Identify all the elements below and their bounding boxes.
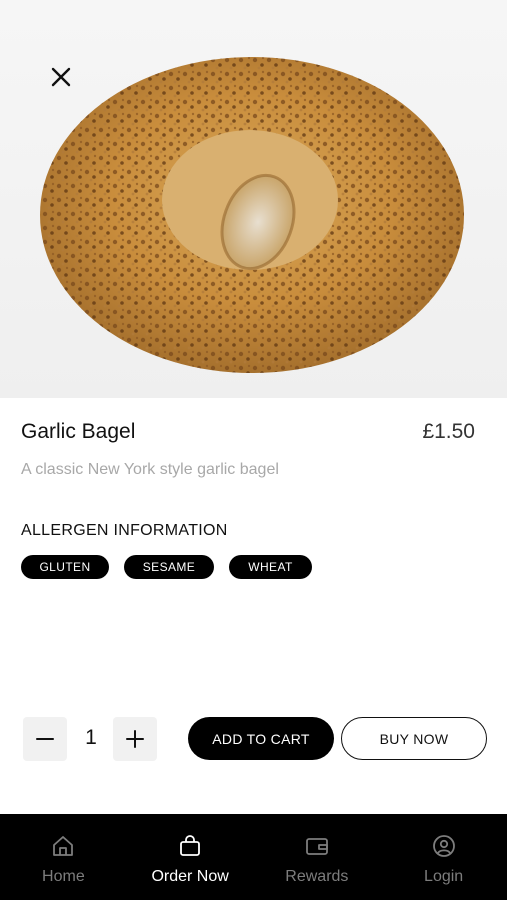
tab-login[interactable]: Login — [380, 814, 507, 900]
tab-home-label: Home — [42, 868, 85, 885]
decrease-quantity-button[interactable] — [23, 717, 67, 761]
product-name: Garlic Bagel — [21, 420, 136, 443]
close-button[interactable] — [44, 60, 78, 94]
product-header: Garlic Bagel £1.50 — [21, 420, 475, 444]
tab-order-now[interactable]: Order Now — [127, 814, 254, 900]
tab-rewards-label: Rewards — [285, 868, 349, 885]
close-icon — [51, 67, 71, 87]
minus-icon — [36, 738, 54, 740]
allergen-heading: ALLERGEN INFORMATION — [21, 522, 228, 539]
wallet-icon — [305, 834, 329, 858]
tab-home[interactable]: Home — [0, 814, 127, 900]
add-to-cart-button[interactable]: ADD TO CART — [188, 717, 334, 760]
buy-now-button[interactable]: BUY NOW — [341, 717, 487, 760]
allergen-list: GLUTEN SESAME WHEAT — [21, 555, 312, 579]
plus-icon — [126, 730, 144, 748]
tab-rewards[interactable]: Rewards — [254, 814, 381, 900]
quantity-value: 1 — [85, 726, 97, 749]
tab-login-label: Login — [424, 868, 464, 885]
bottom-tab-bar: Home Order Now Rewards Login — [0, 814, 507, 900]
allergen-badge-gluten: GLUTEN — [21, 555, 109, 579]
tab-order-now-label: Order Now — [151, 868, 229, 885]
product-image — [0, 0, 507, 398]
allergen-badge-wheat: WHEAT — [229, 555, 312, 579]
product-price: £1.50 — [422, 420, 475, 443]
allergen-badge-sesame: SESAME — [124, 555, 214, 579]
increase-quantity-button[interactable] — [113, 717, 157, 761]
product-description: A classic New York style garlic bagel — [21, 461, 279, 478]
bag-icon — [178, 834, 202, 858]
user-icon — [432, 834, 456, 858]
home-icon — [51, 834, 75, 858]
